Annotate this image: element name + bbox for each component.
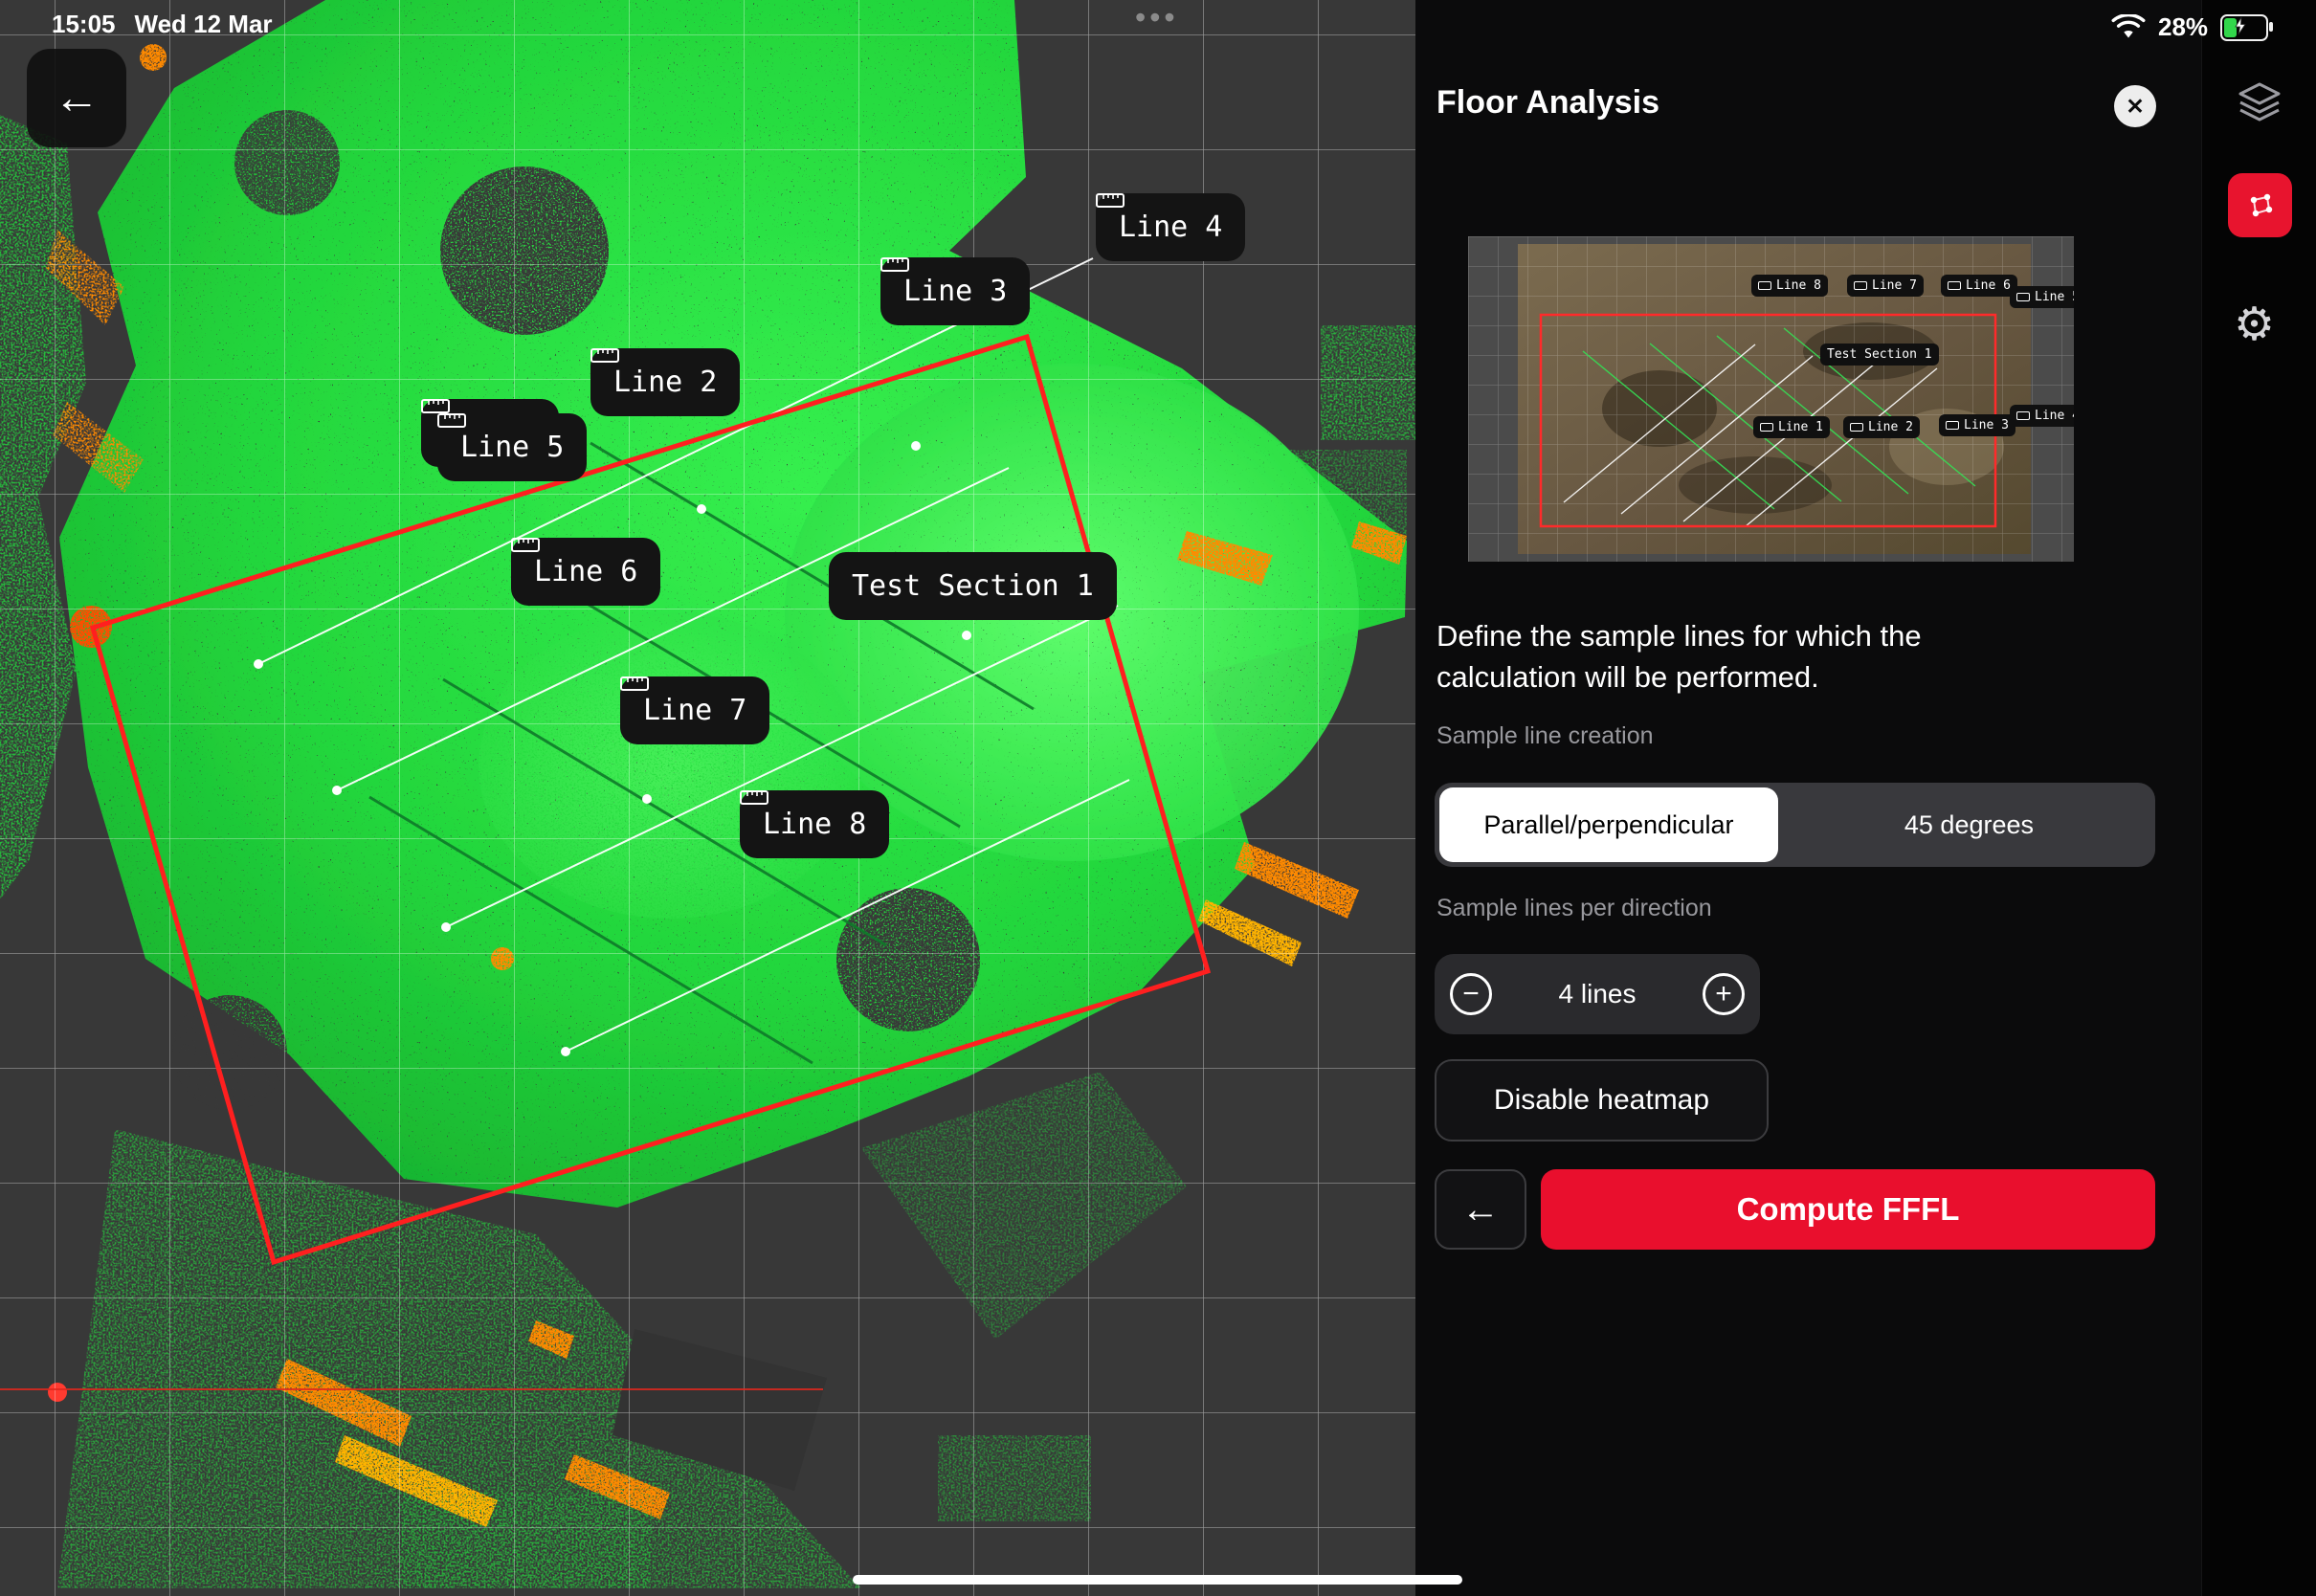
ruler-icon <box>1850 423 1863 432</box>
label-text: Test Section 1 <box>1827 347 1932 362</box>
battery-percent: 28% <box>2158 12 2208 42</box>
label-text: Line 2 <box>1868 420 1913 434</box>
panel-back-button[interactable]: ← <box>1435 1169 1526 1250</box>
minus-icon: − <box>1462 980 1480 1009</box>
ruler-icon <box>1758 281 1771 290</box>
label-text: Line 6 <box>1966 278 2011 293</box>
ruler-icon <box>511 538 540 552</box>
mini-label-line-8: Line 8 <box>1751 275 1828 297</box>
ruler-icon <box>1854 281 1867 290</box>
back-arrow-icon: ← <box>54 72 100 124</box>
segment-parallel-perpendicular[interactable]: Parallel/perpendicular <box>1439 787 1778 862</box>
ruler-icon <box>880 257 909 272</box>
canvas-label-line-5[interactable]: Line 5 <box>437 413 587 481</box>
plus-icon: + <box>1715 980 1732 1009</box>
label-text: Line 4 <box>2035 409 2074 423</box>
ruler-icon <box>620 676 649 691</box>
canvas-label-test-section-1[interactable]: Test Section 1 <box>829 552 1117 620</box>
mini-label-line-3: Line 3 <box>1939 414 2015 436</box>
more-indicator[interactable]: ••• <box>1135 0 1179 35</box>
close-button[interactable]: ✕ <box>2114 85 2156 127</box>
label-text: Line 1 <box>1778 420 1823 434</box>
ruler-icon <box>421 399 450 413</box>
sample-line-creation-label: Sample line creation <box>1436 722 1654 750</box>
label-text: Test Section 1 <box>852 569 1094 603</box>
settings-button[interactable]: ⚙ <box>2234 302 2275 348</box>
point-cloud-icon <box>2241 187 2280 225</box>
disable-heatmap-button[interactable]: Disable heatmap <box>1435 1059 1769 1142</box>
label-text: Line 8 <box>763 808 866 841</box>
ruler-icon <box>437 413 466 428</box>
mini-label-line-5: Line 5 <box>2010 286 2074 308</box>
label-text: Line 4 <box>1119 211 1222 244</box>
battery-icon <box>2220 14 2268 41</box>
ruler-icon <box>1948 281 1961 290</box>
status-date: Wed 12 Mar <box>135 10 273 39</box>
panel-title: Floor Analysis <box>1436 84 1659 122</box>
map-back-button[interactable]: ← <box>27 49 126 147</box>
minimap-preview: Line 8 Line 7 Line 6 Line 5 Test Section… <box>1468 236 2074 562</box>
mini-label-line-1: Line 1 <box>1753 416 1830 438</box>
ruler-icon <box>740 790 768 805</box>
ruler-icon <box>2016 411 2030 420</box>
floor-analysis-panel: Floor Analysis ✕ <box>1415 0 2201 1596</box>
sample-lines-per-direction-label: Sample lines per direction <box>1436 895 1712 922</box>
compute-fffl-button[interactable]: Compute FFFL <box>1541 1169 2155 1250</box>
status-time: 15:05 <box>52 10 116 39</box>
ruler-icon <box>1096 193 1125 208</box>
label-text: Line 7 <box>1872 278 1917 293</box>
label-text: Line 7 <box>643 694 746 727</box>
ruler-icon <box>1760 423 1773 432</box>
lines-stepper: − 4 lines + <box>1435 954 1760 1034</box>
canvas-label-line-7[interactable]: Line 7 <box>620 676 769 744</box>
mini-label-line-7: Line 7 <box>1847 275 1924 297</box>
floor-analysis-tool-button[interactable] <box>2228 173 2292 237</box>
canvas-label-line-6[interactable]: Line 6 <box>511 538 660 606</box>
mini-label-line-6: Line 6 <box>1941 275 2017 297</box>
canvas-label-line-2[interactable]: Line 2 <box>590 348 740 416</box>
close-icon: ✕ <box>2126 94 2144 120</box>
panel-description: Define the sample lines for which the ca… <box>1436 615 2011 698</box>
ruler-icon <box>2016 293 2030 301</box>
canvas-label-line-8[interactable]: Line 8 <box>740 790 889 858</box>
tool-rail: ⚙ <box>2201 0 2316 1596</box>
ruler-icon <box>590 348 619 363</box>
decrease-lines-button[interactable]: − <box>1450 973 1492 1015</box>
canvas-label-line-3[interactable]: Line 3 <box>880 257 1030 325</box>
lines-count-value: 4 lines <box>1559 979 1637 1009</box>
point-cloud-viewport[interactable]: ← Line 4 Line 3 Line 2 Line 5 Line 6 Tes… <box>0 0 1415 1596</box>
segment-45-degrees[interactable]: 45 degrees <box>1783 783 2155 867</box>
canvas-label-line-4[interactable]: Line 4 <box>1096 193 1245 261</box>
wifi-icon <box>2111 14 2146 40</box>
back-arrow-icon: ← <box>1461 1188 1500 1231</box>
status-time-date: 15:05 Wed 12 Mar <box>52 10 273 39</box>
sample-line-creation-segmented: Parallel/perpendicular 45 degrees <box>1435 783 2155 867</box>
label-text: Line 5 <box>2035 290 2074 304</box>
label-text: Line 2 <box>613 366 717 399</box>
gear-icon: ⚙ <box>2234 299 2275 350</box>
label-text: Line 3 <box>1964 418 2009 432</box>
ruler-icon <box>1946 421 1959 430</box>
mini-label-test-section-1: Test Section 1 <box>1820 344 1939 366</box>
increase-lines-button[interactable]: + <box>1703 973 1745 1015</box>
charging-bolt-icon <box>2234 16 2247 35</box>
mini-label-line-4: Line 4 <box>2010 405 2074 427</box>
status-right-cluster: 28% <box>2111 12 2268 42</box>
label-text: Line 8 <box>1776 278 1821 293</box>
label-text: Line 5 <box>460 431 564 464</box>
mini-label-line-2: Line 2 <box>1843 416 1920 438</box>
label-text: Line 6 <box>534 555 637 588</box>
layers-icon[interactable] <box>2235 78 2284 128</box>
home-indicator[interactable] <box>853 1575 1462 1585</box>
label-text: Line 3 <box>903 275 1007 308</box>
